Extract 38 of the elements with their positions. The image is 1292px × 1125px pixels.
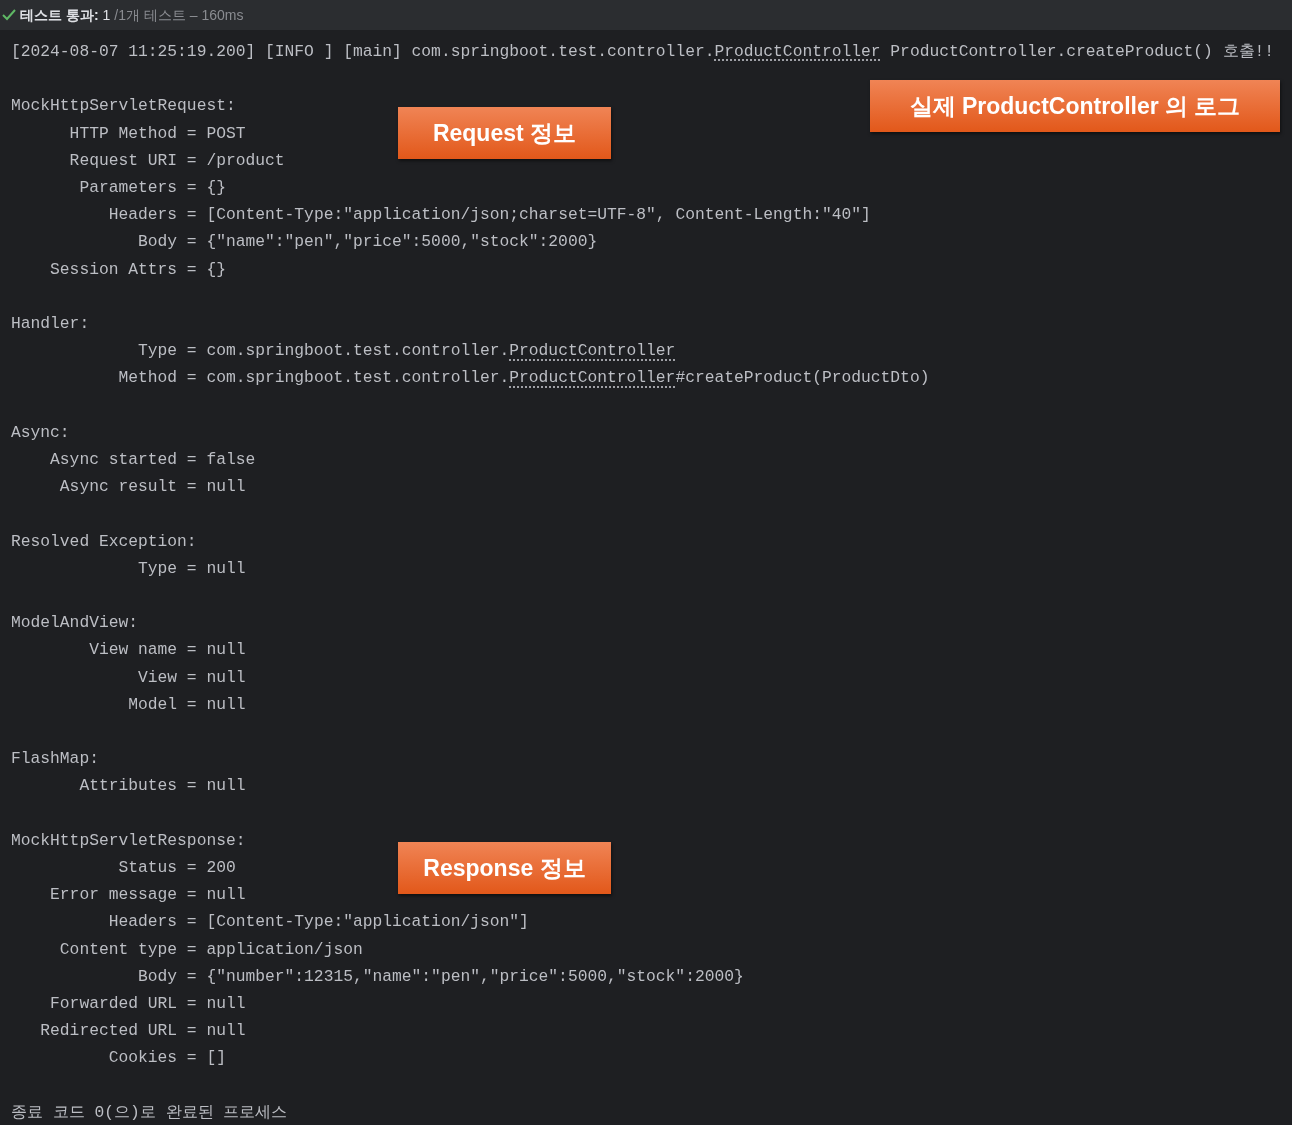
callout-label: Response 정보 <box>398 841 611 894</box>
test-count: 1 <box>102 5 111 25</box>
log-line: FlashMap: <box>11 748 99 771</box>
log-line: Content type = application/json <box>59 938 363 961</box>
log-line: ModelAndView: <box>11 612 138 635</box>
log-line: Parameters = {} <box>79 177 226 199</box>
log-line: Request URI = /product <box>69 149 285 172</box>
log-line: Error message = null <box>50 884 246 907</box>
log-line: MockHttpServletResponse: <box>11 829 246 852</box>
log-line: Status = 200 <box>118 857 236 879</box>
log-line: HTTP Method = POST <box>69 122 246 145</box>
log-line: Resolved Exception: <box>11 530 197 553</box>
log-line: MockHttpServletRequest: <box>11 95 236 118</box>
log-line: Forwarded URL = null <box>50 993 246 1015</box>
log-line: Body = {"number":12315,"name":"pen","price":5000,"stock":2000} <box>138 965 744 988</box>
callout-label: 실제 ProductController 의 로그 <box>870 80 1280 133</box>
log-line: View name = null <box>89 639 246 662</box>
log-line: Model = null <box>128 693 246 716</box>
log-line: Headers = [Content-Type:"application/json;charset=UTF-8", Content-Length:"40"] <box>108 204 871 227</box>
log-line: Type = null <box>138 557 246 580</box>
log-line: Body = {"name":"pen","price":5000,"stock":2000} <box>138 231 598 254</box>
callout-label: Request 정보 <box>398 107 611 160</box>
status-label: 테스트 통과: <box>20 5 99 25</box>
log-line: Headers = [Content-Type:"application/json"] <box>108 911 529 934</box>
log-line: Async started = false <box>50 449 256 471</box>
log-line: Handler: <box>11 313 90 335</box>
log-line: Attributes = null <box>79 775 246 798</box>
log-line: Method = com.springboot.test.controller.ProductController#createProduct(ProductDto) <box>118 367 930 390</box>
log-line: Async result = null <box>59 476 246 499</box>
test-detail: /1개 테스트 – 160ms <box>114 5 244 25</box>
log-line: [2024-08-07 11:25:19.200] [INFO ] [main] com.springboot.test.controller.ProductController ProductController.createProduct() 호출!! <box>11 41 1275 63</box>
log-line: Async: <box>11 421 70 444</box>
log-line: Session Attrs = {} <box>50 258 226 281</box>
log-line: 종료 코드 0(으)로 완료된 프로세스 <box>11 1101 288 1124</box>
log-line: Cookies = [] <box>108 1047 226 1070</box>
log-line: Redirected URL = null <box>40 1020 246 1043</box>
log-line: View = null <box>138 666 246 689</box>
log-line: Type = com.springboot.test.controller.ProductController <box>138 340 676 363</box>
